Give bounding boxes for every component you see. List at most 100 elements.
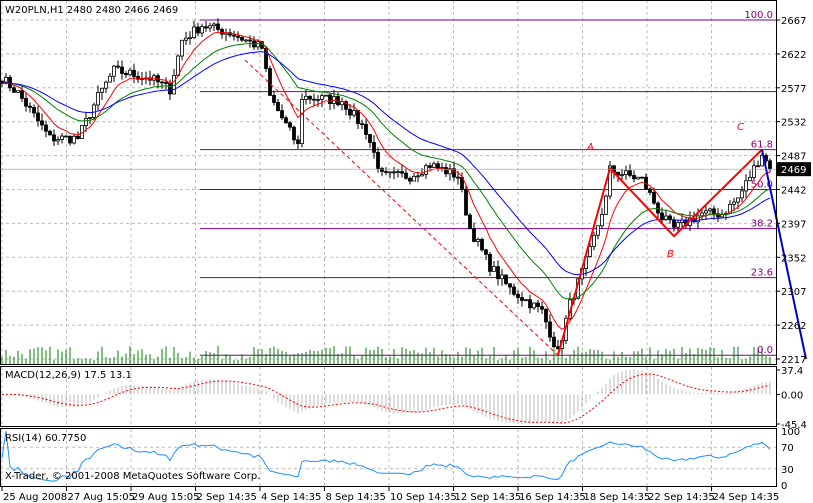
candle-body [488,253,492,272]
candle-body [396,171,400,174]
candle-body [544,308,548,323]
candle-body [244,39,248,42]
x-tick-label: 8 Sep 14:35 [326,492,386,503]
candle-body [328,94,332,104]
candle-body [768,160,772,170]
candle-body [292,126,296,141]
candle-body [256,41,260,48]
candle-body [24,97,28,107]
copyright: X-Trader, © 2001-2008 MetaQuotes Softwar… [5,471,260,482]
candle-body [300,99,304,145]
candle-body [180,39,184,57]
candle-body [28,105,32,108]
candle-body [48,130,52,136]
candle-body [428,165,432,168]
candle-body [288,122,292,128]
y-tick-label: 2667 [781,16,806,27]
candle-body [384,171,388,173]
pattern-label-b: B [667,249,674,260]
candle-body [752,165,756,178]
candle-body [508,283,512,288]
macd-label: MACD(12,26,9) 17.5 13.1 [5,370,132,381]
candle-body [40,120,44,126]
candle-body [92,104,96,118]
candle-body [320,95,324,100]
candle-body [176,55,180,76]
candle-body [640,176,644,179]
candle-body [528,299,532,309]
chart-window[interactable]: 100.0 61.8 50.0 38.2 23.6 0.0 ABC 25 Aug 2008… [0,0,813,503]
candle-body [404,172,408,179]
candle-body [516,293,520,298]
candle-body [648,188,652,193]
price-chart[interactable]: 100.061.850.038.223.60.0 ABC 25 Aug 2008… [0,0,813,503]
candle-body [164,81,168,84]
candle-body [16,90,20,93]
candle-body [532,302,536,309]
candle-body [468,214,472,230]
candle-body [408,177,412,182]
candle-body [388,171,392,174]
y-tick-label: 2262 [781,321,806,332]
candle-body [704,210,708,214]
pattern-label-a: A [586,142,594,153]
pattern-label-c: C [737,122,744,133]
candle-body [548,321,552,338]
candle-body [248,39,252,42]
candle-body [732,201,736,205]
candle-body [632,175,636,180]
candle-body [216,23,220,30]
y-tick-label: 2217 [781,355,806,366]
candle-body [652,191,656,204]
rsi-label: RSI(14) 60.7750 [5,433,86,444]
candle-body [456,176,460,179]
candles [0,18,772,354]
candle-body [744,180,748,192]
candle-body [324,94,328,97]
moving-average-line [1,51,771,276]
candle-body [192,26,196,38]
candle-body [304,95,308,100]
candle-body [36,112,40,122]
candle-body [12,87,16,93]
candle-body [312,98,316,101]
candle-body [696,215,700,223]
candle-body [212,23,216,27]
candle-body [552,336,556,348]
fib-level-label: 38.2 [751,219,773,230]
candle-body [20,90,24,99]
candle-body [708,208,712,212]
y-tick-label: 2397 [781,219,806,230]
x-tick-label: 10 Sep 14:35 [390,492,457,503]
y-tick-label: 2487 [781,152,806,163]
candle-body [72,135,76,144]
candle-body [220,29,224,35]
y-tick-label: 2532 [781,118,806,129]
candle-body [120,66,124,74]
x-tick-label: 22 Sep 14:35 [648,492,715,503]
candle-body [184,37,188,41]
abc-pattern: A B C [244,59,807,360]
candle-body [208,25,212,29]
candle-body [236,35,240,38]
candle-body [756,165,760,168]
candle-body [68,135,72,144]
candle-body [240,36,244,41]
candle-body [416,175,420,178]
candle-body [476,238,480,242]
candle-body [620,174,624,176]
candle-body [56,139,60,142]
candle-body [376,151,380,169]
candle-body [604,195,608,215]
candle-body [392,171,396,174]
candle-body [32,106,36,114]
candle-body [116,65,120,68]
grid [0,0,776,487]
candle-body [272,95,276,103]
candle-body [420,174,424,177]
candle-body [600,213,604,227]
x-tick-label: 27 Aug 15:05 [68,492,135,503]
rsi-tick-label: 30 [781,465,794,476]
candle-body [52,134,56,142]
candle-body [596,225,600,236]
